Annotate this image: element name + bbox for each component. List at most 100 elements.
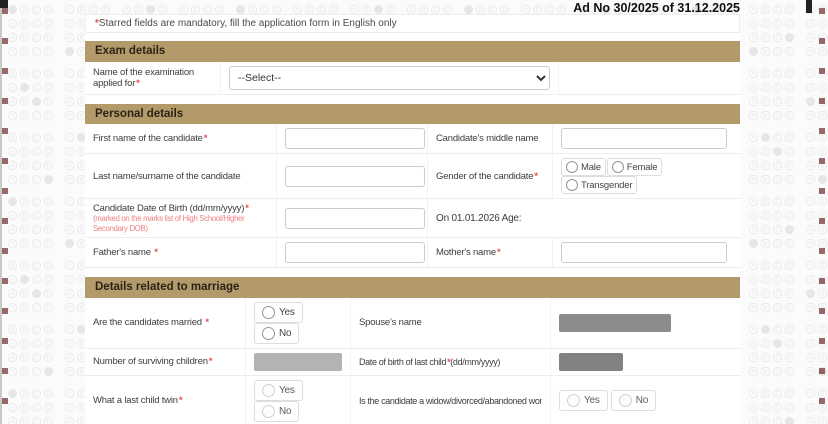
svg-text:B: B: [79, 292, 83, 298]
svg-text:A: A: [10, 420, 14, 424]
middle-name-input[interactable]: [561, 128, 727, 150]
lastname-gender-row: Last name/surname of the candidate Gende…: [85, 154, 740, 200]
married-field: Yes No: [245, 297, 350, 348]
children-count-input-disabled: [254, 352, 342, 371]
dob-input[interactable]: [285, 207, 425, 229]
svg-text:B: B: [22, 178, 26, 184]
svg-text:B: B: [763, 8, 767, 14]
svg-text:B: B: [22, 100, 26, 106]
svg-text:B: B: [478, 8, 482, 14]
name-row: First name of the candidate* Candidate's…: [85, 124, 740, 155]
svg-text:B: B: [421, 8, 425, 14]
marriage-details-header: Details related to marriage: [85, 276, 740, 298]
svg-text:C: C: [319, 8, 324, 14]
svg-text:A: A: [808, 420, 812, 424]
svg-text:A: A: [67, 136, 71, 142]
svg-text:A: A: [67, 356, 71, 362]
last-name-input[interactable]: [285, 165, 425, 187]
svg-text:C: C: [34, 72, 39, 78]
svg-text:D: D: [46, 292, 51, 298]
svg-text:C: C: [775, 406, 780, 412]
svg-text:C: C: [490, 8, 495, 14]
svg-text:D: D: [46, 200, 51, 206]
svg-text:C: C: [775, 164, 780, 170]
required-asterisk: *: [178, 395, 183, 407]
svg-text:A: A: [10, 150, 14, 156]
gender-radio-male[interactable]: Male: [561, 158, 606, 177]
svg-text:D: D: [787, 242, 792, 248]
svg-text:A: A: [523, 8, 527, 14]
svg-text:D: D: [274, 8, 279, 14]
svg-text:A: A: [352, 8, 356, 14]
svg-text:B: B: [820, 200, 824, 206]
svg-text:A: A: [67, 264, 71, 270]
svg-text:A: A: [751, 136, 755, 142]
widow-radio-no: No: [610, 390, 657, 412]
svg-text:D: D: [103, 8, 108, 14]
svg-text:D: D: [787, 278, 792, 284]
svg-text:A: A: [67, 306, 71, 312]
svg-text:B: B: [820, 114, 824, 120]
married-radio-yes[interactable]: Yes: [254, 301, 303, 323]
svg-text:B: B: [22, 50, 26, 56]
svg-text:C: C: [547, 8, 552, 14]
father-name-input[interactable]: [285, 241, 425, 263]
svg-text:C: C: [34, 228, 39, 234]
svg-text:B: B: [763, 86, 767, 92]
svg-text:C: C: [775, 264, 780, 270]
svg-text:B: B: [763, 264, 767, 270]
first-name-label: First name of the candidate*: [93, 133, 208, 145]
svg-text:A: A: [10, 406, 14, 412]
svg-text:B: B: [820, 22, 824, 28]
required-asterisk: *: [205, 317, 209, 329]
svg-text:A: A: [10, 278, 14, 284]
required-asterisk: *: [496, 246, 501, 258]
radio-icon: [262, 305, 275, 319]
svg-text:B: B: [22, 114, 26, 120]
svg-text:B: B: [22, 200, 26, 206]
svg-text:D: D: [46, 356, 51, 362]
svg-text:B: B: [79, 356, 83, 362]
svg-text:A: A: [808, 278, 812, 284]
svg-text:B: B: [820, 328, 824, 334]
svg-text:A: A: [808, 370, 812, 376]
married-row: Are the candidates married * Yes No Spou…: [85, 297, 740, 349]
svg-text:D: D: [787, 214, 792, 220]
svg-text:A: A: [751, 8, 755, 14]
mother-name-input[interactable]: [561, 241, 727, 263]
svg-text:C: C: [34, 392, 39, 398]
svg-text:A: A: [67, 228, 71, 234]
married-radio-no[interactable]: No: [254, 322, 300, 344]
svg-text:B: B: [763, 22, 767, 28]
svg-text:A: A: [10, 306, 14, 312]
exam-name-field: --Select--: [220, 61, 558, 94]
gender-radio-female[interactable]: Female: [606, 158, 663, 177]
required-asterisk: *: [534, 170, 538, 182]
svg-text:A: A: [751, 342, 755, 348]
svg-text:B: B: [22, 420, 26, 424]
svg-text:C: C: [775, 72, 780, 78]
exam-select[interactable]: --Select--: [229, 65, 550, 90]
svg-text:B: B: [763, 200, 767, 206]
father-name-field: [276, 237, 427, 267]
svg-text:A: A: [751, 200, 755, 206]
svg-text:A: A: [124, 8, 128, 14]
svg-text:B: B: [763, 342, 767, 348]
svg-text:D: D: [46, 86, 51, 92]
svg-text:C: C: [34, 114, 39, 120]
svg-text:C: C: [34, 50, 39, 56]
svg-text:B: B: [763, 164, 767, 170]
gender-radio-transgender[interactable]: Transgender: [561, 176, 638, 195]
svg-text:B: B: [763, 72, 767, 78]
svg-text:A: A: [10, 214, 14, 220]
application-form-panel: * Starred fields are mandatory, fill the …: [85, 14, 740, 424]
svg-text:B: B: [193, 8, 197, 14]
svg-text:A: A: [10, 86, 14, 92]
first-name-input[interactable]: [285, 128, 425, 150]
svg-text:D: D: [46, 406, 51, 412]
svg-text:B: B: [763, 356, 767, 362]
svg-text:B: B: [22, 164, 26, 170]
svg-text:B: B: [22, 342, 26, 348]
svg-text:B: B: [22, 356, 26, 362]
svg-text:D: D: [787, 406, 792, 412]
